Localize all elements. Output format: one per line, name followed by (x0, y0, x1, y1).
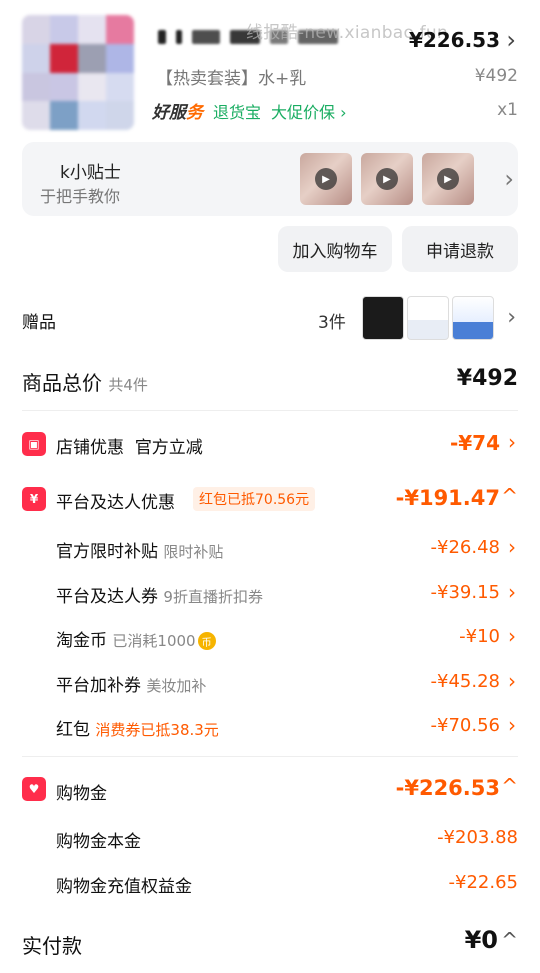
shopping-bag-icon: ♥ (22, 777, 46, 801)
divider (22, 410, 518, 411)
total-price-label: 商品总价 共4件 (22, 371, 148, 395)
tutorial-video[interactable]: ▶ (422, 153, 474, 205)
chevron-right-icon[interactable]: › (504, 165, 514, 193)
red-envelope-tag: 红包已抵70.56元 (193, 487, 316, 511)
gift-count: 3件 (318, 313, 346, 333)
thumb-tile (50, 43, 78, 73)
platform-discount-label: 平台及达人优惠 (56, 493, 175, 513)
thumb-tile (22, 72, 50, 102)
shopping-bonus-label: 购物金充值权益金 (56, 877, 192, 897)
price-protect: 大促价保 › (271, 102, 347, 122)
tips-subtitle: 于把手教你 (40, 187, 121, 206)
thumb-tile (22, 15, 50, 44)
thumb-tile (106, 15, 134, 44)
chevron-up-icon[interactable]: ^ (501, 484, 518, 508)
thumb-tile (50, 101, 78, 130)
paid-value: ¥0 (464, 926, 498, 954)
thumb-tile (78, 43, 106, 73)
product-thumbnail[interactable] (22, 15, 134, 130)
chevron-right-icon[interactable]: › (508, 535, 516, 559)
sub-item-value: -¥26.48 (430, 537, 500, 558)
quantity: x1 (497, 100, 518, 120)
tutorial-video[interactable]: ▶ (361, 153, 413, 205)
return-insurance: 退货宝 (213, 102, 262, 122)
coupon-icon: ¥ (22, 487, 46, 511)
store-discount-value: -¥74 (449, 431, 500, 455)
unit-price: ¥492 (474, 66, 518, 86)
play-icon: ▶ (315, 168, 337, 190)
tutorial-video[interactable]: ▶ (300, 153, 352, 205)
sub-item-value: -¥45.28 (430, 671, 500, 692)
item-count: 共4件 (108, 376, 148, 394)
play-icon: ▶ (437, 168, 459, 190)
chevron-right-icon[interactable]: › (508, 713, 516, 737)
gift-image[interactable] (407, 296, 449, 340)
gift-label: 赠品 (22, 313, 56, 333)
gift-image[interactable] (452, 296, 494, 340)
store-discount-label: 店铺优惠 官方立减 (56, 438, 203, 458)
sub-item-label: 平台及达人券 9折直播折扣券 (56, 587, 263, 607)
chevron-right-icon[interactable]: › (507, 305, 516, 330)
product-price: ¥226.53 (408, 28, 500, 52)
sub-item-value: -¥39.15 (430, 582, 500, 603)
sub-item-label: 平台加补券 美妆加补 (56, 676, 207, 696)
chevron-right-icon[interactable]: › (506, 26, 516, 54)
play-icon: ▶ (376, 168, 398, 190)
sub-item-value: -¥70.56 (430, 715, 500, 736)
sub-item-label: 官方限时补贴 限时补贴 (56, 542, 224, 562)
tips-title: k小贴士 (60, 163, 121, 183)
chevron-right-icon[interactable]: › (508, 624, 516, 648)
shopping-money-value: -¥226.53 (395, 776, 500, 800)
chevron-right-icon[interactable]: › (508, 430, 516, 454)
thumb-tile (78, 101, 106, 130)
add-to-cart-button[interactable]: 加入购物车 (278, 226, 392, 272)
coin-icon: 币 (197, 632, 216, 650)
store-icon: ▣ (22, 432, 46, 456)
thumb-tile (22, 101, 50, 130)
thumb-tile (78, 15, 106, 44)
shopping-bonus-value: -¥22.65 (448, 872, 518, 893)
divider (22, 756, 518, 757)
thumb-tile (50, 15, 78, 44)
chevron-right-icon[interactable]: › (508, 669, 516, 693)
thumb-tile (50, 72, 78, 102)
refund-button[interactable]: 申请退款 (402, 226, 518, 272)
chevron-right-icon[interactable]: › (508, 580, 516, 604)
sub-item-label: 红包 消费券已抵38.3元 (56, 720, 219, 740)
thumb-tile (106, 101, 134, 130)
sub-item-value: -¥10 (459, 626, 500, 647)
product-variant: 【热卖套装】水+乳 (156, 69, 307, 89)
shopping-principal-label: 购物金本金 (56, 832, 141, 852)
platform-discount-value: -¥191.47 (395, 486, 500, 510)
chevron-up-icon[interactable]: ^ (501, 774, 518, 798)
sub-item-label: 淘金币 已消耗1000 币 (56, 626, 216, 651)
shopping-principal-value: -¥203.88 (437, 827, 518, 848)
total-price-value: ¥492 (456, 366, 518, 391)
good-service-logo: 好服务 (152, 103, 203, 123)
thumb-tile (106, 43, 134, 73)
gift-image[interactable] (362, 296, 404, 340)
thumb-tile (78, 72, 106, 102)
thumb-tile (106, 72, 134, 102)
service-row[interactable]: 好服务 退货宝 大促价保 › (152, 98, 347, 124)
shopping-money-label: 购物金 (56, 784, 107, 804)
chevron-up-icon[interactable]: ^ (501, 928, 518, 952)
paid-label: 实付款 (22, 934, 82, 958)
thumb-tile (22, 43, 50, 73)
